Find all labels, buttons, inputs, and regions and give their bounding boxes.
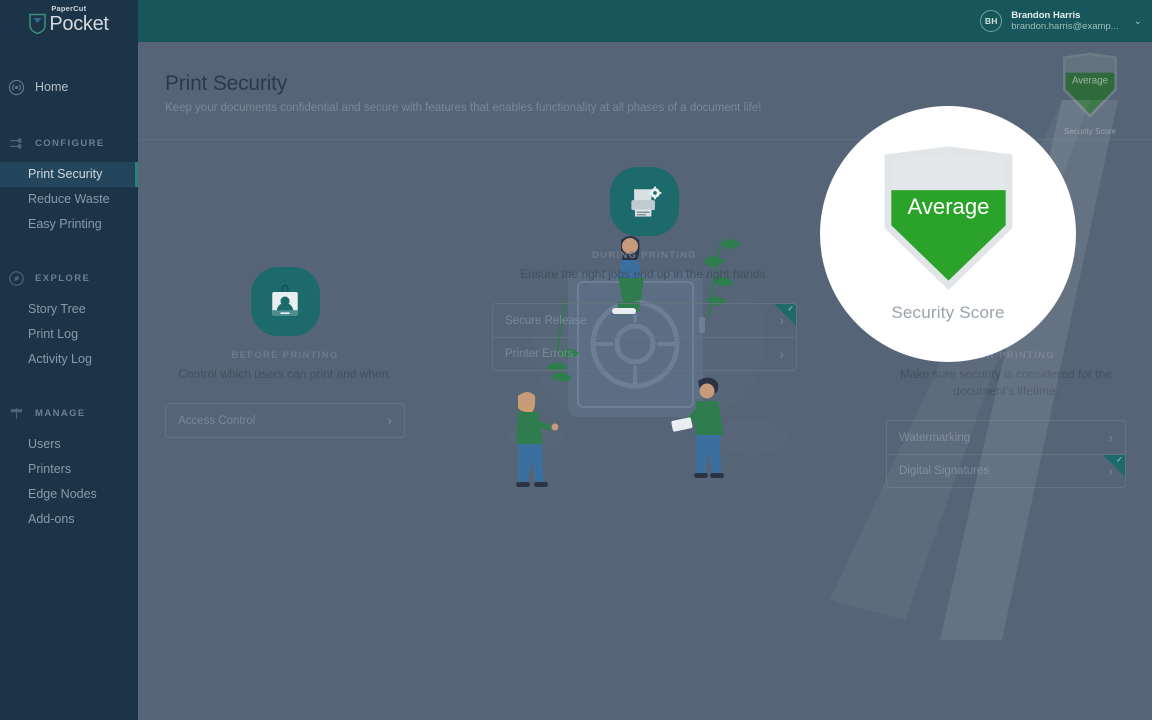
security-score-shield-icon: Average bbox=[1062, 52, 1118, 119]
sidebar-group-explore: EXPLORE Story Tree Print Log Activity Lo… bbox=[0, 263, 138, 372]
sidebar-item-edge-nodes[interactable]: Edge Nodes bbox=[0, 482, 138, 507]
id-badge-lock-icon bbox=[250, 267, 320, 336]
tour-spotlight[interactable]: Average Security Score bbox=[820, 106, 1076, 362]
sidebar-item-home[interactable]: Home bbox=[0, 72, 138, 102]
brand-name: Pocket bbox=[49, 12, 109, 35]
avatar: BH bbox=[980, 10, 1003, 32]
sidebar-item-print-log[interactable]: Print Log bbox=[0, 322, 138, 347]
stage-label: DURING PRINTING bbox=[592, 250, 697, 261]
page-title: Print Security bbox=[165, 72, 288, 95]
stage-before-printing: BEFORE PRINTING Control which users can … bbox=[165, 267, 405, 438]
signpost-icon bbox=[8, 405, 25, 422]
security-score-widget[interactable]: Average Security Score bbox=[1052, 52, 1128, 142]
sidebar-item-home-label: Home bbox=[35, 79, 69, 94]
sidebar-item-print-security[interactable]: Print Security bbox=[0, 162, 138, 187]
stage-during-printing: DURING PRINTING Ensure the right jobs en… bbox=[492, 167, 797, 371]
sidebar-group-header: MANAGE bbox=[0, 398, 138, 428]
sidebar-group-configure: CONFIGURE Print Security Reduce Waste Ea… bbox=[0, 128, 138, 237]
sidebar-group-header: CONFIGURE bbox=[0, 128, 138, 158]
chevron-right-icon: › bbox=[387, 413, 392, 428]
stage-options: Watermarking › Digital Signatures › bbox=[886, 420, 1126, 488]
brand-logo[interactable]: PaperCut Pocket bbox=[0, 0, 138, 42]
security-score-label: Security Score bbox=[891, 303, 1005, 322]
security-score-widget-label: Security Score bbox=[1063, 127, 1117, 136]
option-watermarking[interactable]: Watermarking › bbox=[887, 421, 1125, 454]
printer-settings-icon bbox=[610, 167, 679, 236]
sidebar-item-printers[interactable]: Printers bbox=[0, 457, 138, 482]
chevron-right-icon: › bbox=[779, 346, 784, 362]
compass-icon bbox=[8, 270, 25, 287]
option-access-control[interactable]: Access Control › bbox=[166, 404, 404, 437]
sidebar-group-manage: MANAGE Users Printers Edge Nodes Add-ons bbox=[0, 398, 138, 532]
sidebar-group-title: MANAGE bbox=[35, 407, 86, 419]
option-label: Access Control bbox=[178, 414, 256, 427]
page-subtitle: Keep your documents confidential and sec… bbox=[165, 102, 762, 114]
completed-check-icon bbox=[774, 304, 796, 326]
brand-subtitle: PaperCut bbox=[51, 3, 87, 13]
stage-options: Secure Release › Printer Errors › bbox=[492, 303, 797, 371]
stage-options: Access Control › bbox=[165, 403, 405, 438]
chevron-right-icon: › bbox=[1108, 430, 1113, 445]
security-score-rating: Average bbox=[907, 194, 989, 219]
top-bar: BH Brandon Harris brandon.harris@examp..… bbox=[138, 0, 1152, 42]
user-name: Brandon Harris bbox=[1011, 10, 1081, 21]
sidebar-item-activity-log[interactable]: Activity Log bbox=[0, 347, 138, 372]
sidebar-item-users[interactable]: Users bbox=[0, 432, 138, 457]
user-email: brandon.harris@examp... bbox=[1011, 21, 1119, 32]
stage-label: BEFORE PRINTING bbox=[231, 350, 339, 361]
option-label: Secure Release bbox=[505, 314, 587, 327]
sliders-icon bbox=[8, 135, 25, 152]
sidebar-item-story-tree[interactable]: Story Tree bbox=[0, 297, 138, 322]
user-menu[interactable]: BH Brandon Harris brandon.harris@examp..… bbox=[980, 10, 1142, 32]
sidebar-group-title: EXPLORE bbox=[35, 272, 91, 284]
option-label: Digital Signatures bbox=[899, 465, 990, 477]
sidebar-item-reduce-waste[interactable]: Reduce Waste bbox=[0, 187, 138, 212]
chevron-down-icon[interactable]: ⌄ bbox=[1134, 16, 1142, 27]
stage-description: Control which users can print and when. bbox=[178, 367, 392, 381]
option-label: Printer Errors bbox=[505, 348, 574, 360]
sidebar-item-easy-printing[interactable]: Easy Printing bbox=[0, 212, 138, 237]
sidebar-group-title: CONFIGURE bbox=[35, 137, 105, 149]
option-secure-release[interactable]: Secure Release › bbox=[493, 304, 796, 337]
svg-text:Average: Average bbox=[1072, 75, 1108, 86]
home-radar-icon bbox=[8, 79, 25, 96]
option-label: Watermarking bbox=[899, 431, 971, 444]
sidebar-group-header: EXPLORE bbox=[0, 263, 138, 293]
sidebar: PaperCut Pocket Home CONFIGURE Print Sec… bbox=[0, 0, 138, 720]
stage-description: Make sure security is considered for the… bbox=[899, 367, 1113, 398]
option-printer-errors[interactable]: Printer Errors › bbox=[493, 337, 796, 370]
papercut-shield-icon bbox=[29, 13, 47, 34]
security-score-shield-icon: Average bbox=[884, 146, 1012, 290]
stage-description: Ensure the right jobs end up in the righ… bbox=[520, 267, 769, 281]
completed-check-icon bbox=[1103, 455, 1125, 477]
option-digital-signatures[interactable]: Digital Signatures › bbox=[887, 454, 1125, 487]
sidebar-item-add-ons[interactable]: Add-ons bbox=[0, 507, 138, 532]
